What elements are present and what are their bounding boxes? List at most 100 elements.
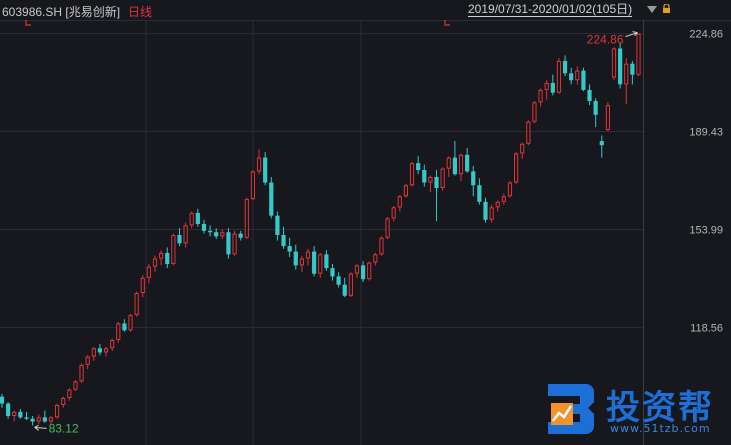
candle[interactable] [238,230,243,241]
candle[interactable] [483,197,488,223]
candle[interactable] [134,291,139,317]
candle[interactable] [562,55,568,77]
candle[interactable] [489,204,494,223]
candle[interactable] [220,229,225,240]
candle[interactable] [440,167,445,191]
candle[interactable] [618,42,623,89]
candle[interactable] [422,164,427,187]
candle[interactable] [507,181,513,198]
candle[interactable] [110,338,115,352]
candle[interactable] [91,346,96,361]
candle[interactable] [299,255,304,273]
candle[interactable] [373,252,378,266]
candle[interactable] [587,84,592,106]
candle[interactable] [428,175,433,193]
candle[interactable] [556,58,562,95]
candle[interactable] [354,264,360,278]
candle[interactable] [624,58,629,104]
candle[interactable] [281,226,286,249]
candle[interactable] [263,152,268,186]
candle[interactable] [24,411,29,421]
candle[interactable] [103,346,109,357]
candle[interactable] [330,264,335,281]
candle[interactable] [226,228,231,259]
candle[interactable] [458,153,464,182]
candle[interactable] [293,244,298,270]
candle[interactable] [385,217,390,240]
candle[interactable] [434,170,439,222]
candle[interactable] [152,255,158,273]
candle[interactable] [636,33,641,77]
candle[interactable] [495,200,500,212]
candle[interactable] [232,230,237,256]
candle[interactable] [97,344,103,356]
candle[interactable] [67,388,72,401]
candle[interactable] [201,219,207,234]
candle[interactable] [18,409,23,419]
candle[interactable] [195,208,200,227]
candle[interactable] [312,246,317,277]
candle[interactable] [256,149,262,175]
candle[interactable] [42,410,47,423]
candle[interactable] [538,88,543,107]
candle[interactable] [30,415,35,426]
candle[interactable] [409,161,415,187]
candle[interactable] [550,74,555,96]
candle[interactable] [593,98,598,128]
candle[interactable] [452,141,457,176]
candle[interactable] [379,236,384,256]
candle[interactable] [605,102,610,132]
candle[interactable] [79,363,84,383]
candle[interactable] [360,261,366,282]
candle[interactable] [12,410,17,422]
candle[interactable] [250,170,256,201]
candle[interactable] [122,319,127,332]
candle[interactable] [342,277,347,298]
candle[interactable] [544,80,549,100]
candle[interactable] [611,47,617,81]
candle[interactable] [446,156,451,177]
candle[interactable] [599,135,604,158]
candle[interactable] [275,211,280,241]
candle[interactable] [397,194,402,212]
candle[interactable] [416,156,421,175]
candle[interactable] [569,67,574,85]
candle[interactable] [465,147,470,173]
candle[interactable] [403,183,409,198]
candle[interactable] [305,248,311,266]
candle[interactable] [367,261,372,281]
candle[interactable] [501,193,506,205]
candle[interactable] [520,142,525,159]
candle[interactable] [630,60,635,85]
candle[interactable] [36,414,41,425]
candle[interactable] [391,205,396,222]
candle[interactable] [336,272,341,288]
candle[interactable] [244,197,249,240]
candle[interactable] [207,225,213,237]
candle[interactable] [171,233,176,266]
candle[interactable] [581,67,586,92]
candle[interactable] [575,66,580,85]
candle[interactable] [140,275,145,298]
candle[interactable] [0,393,5,408]
candle[interactable] [477,178,482,205]
candle[interactable] [318,252,323,278]
candle[interactable] [526,120,531,146]
candle[interactable] [513,152,519,184]
candle[interactable] [61,396,66,408]
candle[interactable] [532,100,537,124]
candle[interactable] [348,272,353,298]
candle[interactable] [471,165,476,197]
candle[interactable] [73,380,78,392]
candle[interactable] [324,250,329,271]
candle[interactable] [54,403,60,419]
candle[interactable] [177,228,182,247]
candle[interactable] [165,247,170,269]
candle[interactable] [128,313,133,332]
candle[interactable] [116,322,121,343]
candle[interactable] [189,211,194,229]
candle[interactable] [287,237,292,258]
candle[interactable] [183,222,188,248]
candle[interactable] [269,176,274,219]
candle[interactable] [85,355,90,370]
